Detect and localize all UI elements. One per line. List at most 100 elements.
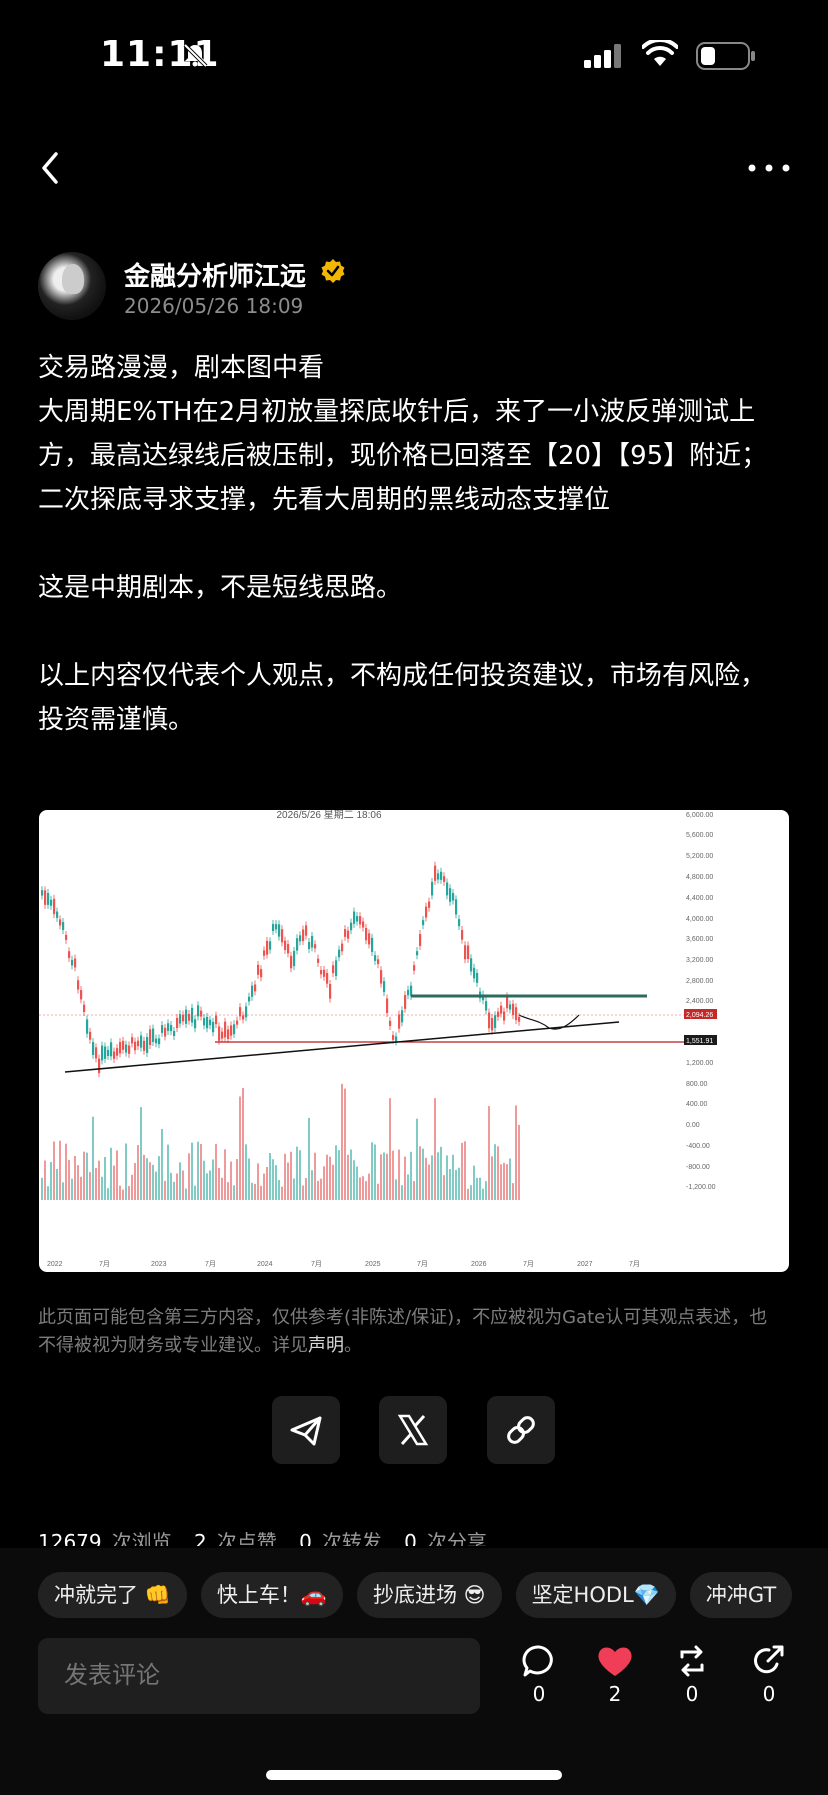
candle-body [398,1014,401,1029]
volume-bar [113,1165,115,1200]
comment-button[interactable]: 0 [509,1644,569,1706]
volume-bar [272,1159,274,1200]
back-icon[interactable] [36,148,66,188]
candle-body [416,951,419,956]
candle-body [467,945,470,959]
candle-body [515,1007,518,1021]
candle-body [275,924,278,930]
volume-bar [224,1149,226,1200]
volume-bar [416,1118,418,1200]
post-stats: 12679 次浏览 2 次点赞 0 次转发 0 次分享 [38,1526,798,1546]
like-button[interactable]: 2 [585,1644,645,1706]
candle-body [413,965,416,971]
volume-bar [467,1188,469,1200]
candle-body [116,1048,119,1056]
volume-bar [329,1156,331,1200]
volume-bar [398,1149,400,1200]
disclaimer-link[interactable]: 声明 [308,1335,344,1356]
volume-bar [395,1179,397,1200]
candle-body [131,1037,134,1044]
share-x-button[interactable] [379,1396,447,1464]
quick-reply-chip[interactable]: 坚定HODL💎 [515,1572,676,1618]
volume-bar [431,1155,433,1200]
shares-label: 次分享 [426,1530,487,1546]
share-telegram-button[interactable] [272,1396,340,1464]
volume-bar [191,1142,193,1200]
repost-button[interactable]: 0 [662,1644,722,1706]
volume-bar [179,1162,181,1200]
candle-body [257,964,260,975]
candle-body [140,1035,143,1048]
volume-bar [77,1165,79,1200]
like-count: 2 [608,1682,622,1706]
candle-body [404,995,407,1009]
verified-icon [321,259,345,283]
volume-bar [182,1170,184,1200]
candle-body [455,899,458,915]
volume-bar [83,1151,85,1200]
candle-body [434,865,437,881]
candle-body [80,990,83,1000]
time-tick-label: 7月 [523,1260,534,1268]
candle-body [215,1015,218,1025]
comment-input[interactable] [38,1638,480,1714]
share-button[interactable]: 0 [739,1644,799,1706]
volume-bar [335,1145,337,1200]
volume-bar [434,1098,436,1200]
share-link-button[interactable] [487,1396,555,1464]
quick-reply-chip[interactable]: 抄底进场 😎 [356,1572,502,1618]
author-name[interactable]: 金融分析师江远 [124,256,306,293]
candle-body [320,970,323,975]
price-tick-label: 0.00 [686,1122,700,1129]
chart-image[interactable]: 2026/5/26 星期二 18:06 6,000.00 5,600.00 5,20… [39,810,789,1272]
candle-body [155,1038,158,1044]
candle-body [401,1010,404,1023]
candle-body [338,949,341,958]
candle-body [452,893,455,901]
volume-bar [134,1163,136,1200]
volume-bar [155,1171,157,1200]
price-tick-label: 4,800.00 [686,874,713,881]
quick-reply-chip[interactable]: 冲冲GT [689,1572,793,1618]
x-icon [397,1414,429,1446]
quick-reply-chip[interactable]: 快上车！🚗 [200,1572,343,1618]
volume-bar [50,1161,52,1200]
candle-body [101,1045,104,1061]
volume-bar [341,1083,343,1200]
candle-body [350,922,353,931]
candle-body [425,906,428,918]
candle-body [221,1031,224,1039]
candle-body [380,970,383,984]
candle-body [491,1018,494,1031]
candle-body [95,1047,98,1059]
candle-body [449,888,452,902]
candle-body [464,945,467,960]
avatar[interactable] [38,252,106,320]
volume-bar [371,1142,373,1200]
volume-bar [119,1185,121,1200]
volume-bar [305,1178,307,1200]
shares-count: 0 [404,1530,417,1546]
candle-body [476,972,479,983]
candle-body [104,1046,107,1059]
candle-body [74,958,77,968]
volume-bar [317,1180,319,1200]
time-tick-label: 2022 [47,1261,63,1268]
volume-bar [266,1166,268,1200]
volume-bar [494,1144,496,1200]
reposts-label: 次转发 [321,1530,382,1546]
quick-reply-chip[interactable]: 冲就完了 👊 [38,1572,187,1618]
volume-bar [503,1162,505,1200]
more-icon[interactable] [746,148,792,188]
volume-bar [209,1170,211,1200]
price-tick-label: 800.00 [686,1081,708,1088]
candle-body [302,929,305,942]
candle-body [245,1006,248,1018]
volume-bar [56,1169,58,1200]
volume-bar [143,1154,145,1200]
candle-body [119,1041,122,1054]
volume-bar [71,1178,73,1200]
volume-bar [362,1176,364,1200]
candle-body [299,935,302,942]
candle-body [296,938,299,951]
